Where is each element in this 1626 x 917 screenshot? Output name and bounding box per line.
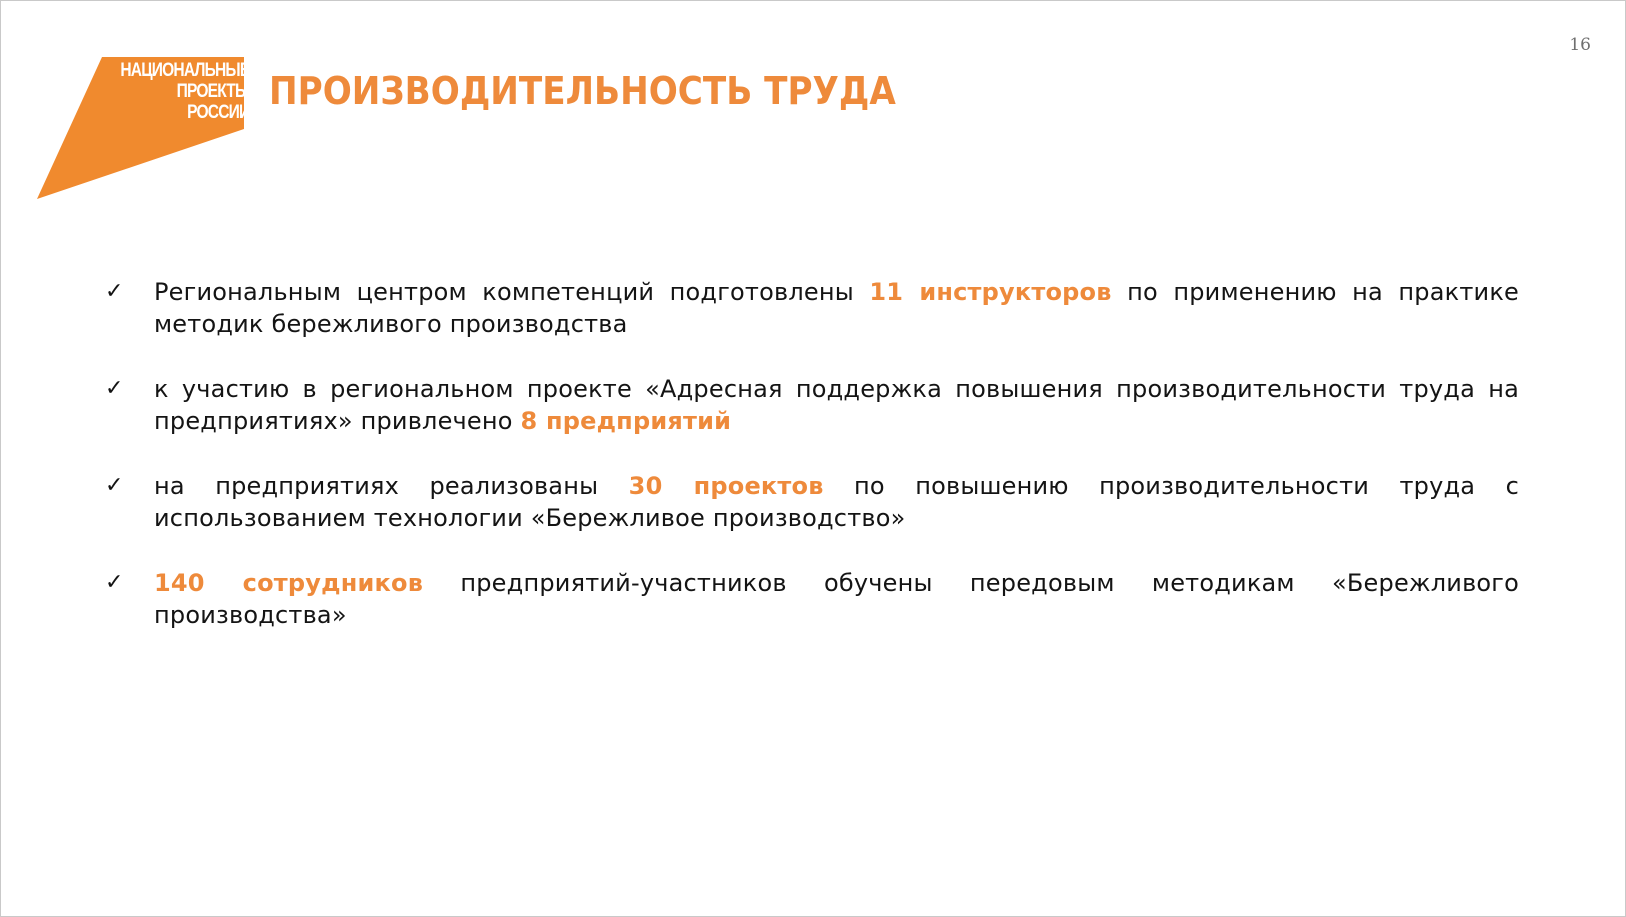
bullet-item-4: ✓ 140 сотрудников предприятий-участников … [105,567,1519,631]
bullet-list: ✓ Региональным центром компетенций подгот… [105,276,1519,664]
bullet-text: Региональным центром компетенций подгото… [154,278,870,306]
checkmark-icon: ✓ [105,376,124,401]
bullet-item-1: ✓ Региональным центром компетенций подгот… [105,276,1519,340]
bullet-item-2: ✓ к участию в региональном проекте «Адрес… [105,373,1519,437]
logo-line-3: РОССИИ [186,102,250,123]
bullet-text: на предприятиях реализованы [154,472,629,500]
bullet-highlight: 8 предприятий [520,407,732,435]
national-projects-logo: НАЦИОНАЛЬНЫЕ ПРОЕКТЫ РОССИИ [37,57,252,207]
bullet-text: к участию в региональном проекте «Адресн… [154,375,1519,435]
checkmark-icon: ✓ [105,570,124,595]
checkmark-icon: ✓ [105,473,124,498]
slide-title: ПРОИЗВОДИТЕЛЬНОСТЬ ТРУДА [269,69,896,113]
logo-line-1: НАЦИОНАЛЬНЫЕ [119,60,250,81]
page-number: 16 [1569,35,1591,55]
checkmark-icon: ✓ [105,279,124,304]
logo-text: НАЦИОНАЛЬНЫЕ ПРОЕКТЫ РОССИИ [119,60,250,123]
logo-line-2: ПРОЕКТЫ [176,81,250,102]
bullet-item-3: ✓ на предприятиях реализованы 30 проектов… [105,470,1519,534]
bullet-highlight: 140 сотрудников [154,569,424,597]
slide: 16 НАЦИОНАЛЬНЫЕ ПРОЕКТЫ РОССИИ ПРОИЗВОДИ… [0,0,1626,917]
bullet-highlight: 11 инструкторов [869,278,1112,306]
bullet-highlight: 30 проектов [628,472,824,500]
